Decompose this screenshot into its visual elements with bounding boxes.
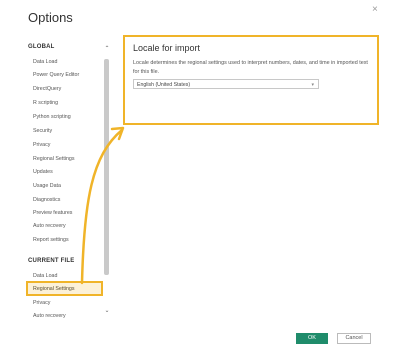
cancel-button[interactable]: Cancel <box>337 333 371 344</box>
locale-dropdown[interactable]: English (United States) ▾ <box>133 79 319 89</box>
locale-dropdown-value: English (United States) <box>137 82 191 88</box>
locale-import-panel: Locale for import Locale determines the … <box>123 35 379 125</box>
ok-button[interactable]: OK <box>296 333 328 344</box>
panel-description: Locale determines the regional settings … <box>133 60 368 75</box>
panel-title: Locale for import <box>133 43 201 53</box>
chevron-down-icon: ▾ <box>311 82 314 88</box>
